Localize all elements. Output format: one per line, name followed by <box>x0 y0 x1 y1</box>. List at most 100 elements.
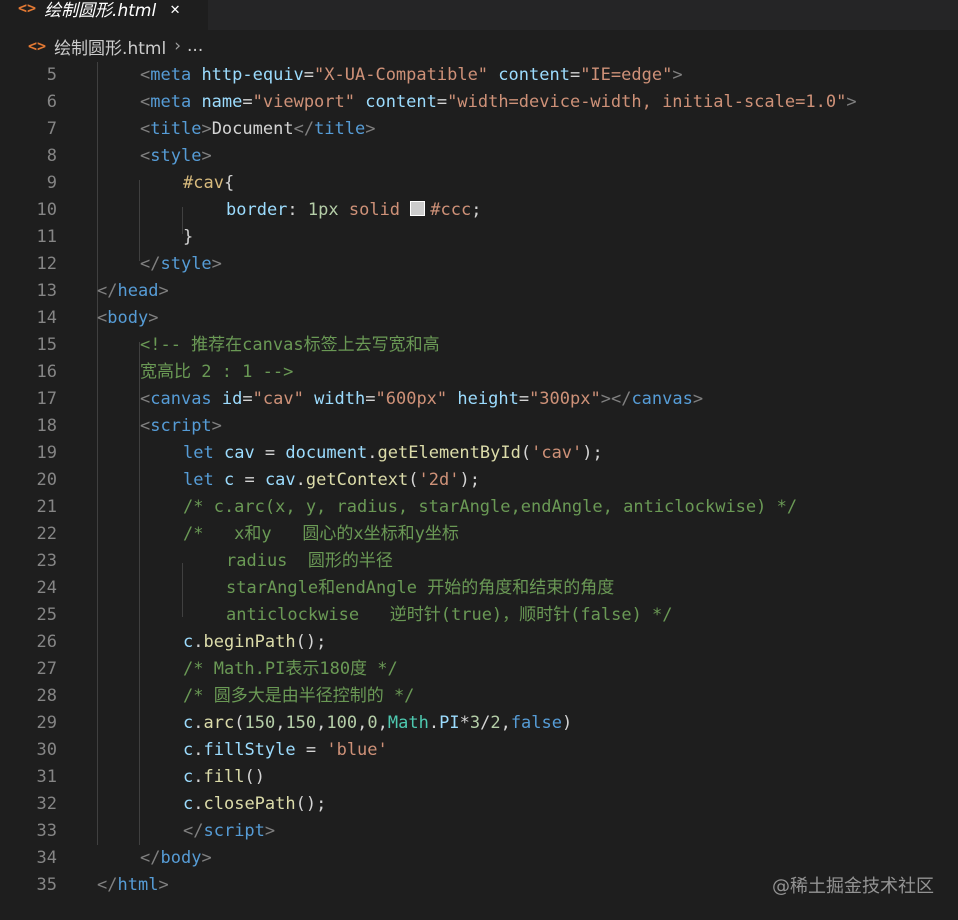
code-token: c <box>223 470 235 490</box>
close-icon[interactable]: ✕ <box>170 0 180 18</box>
code-line[interactable]: 28 /* 圆多大是由半径控制的 */ <box>0 683 958 710</box>
code-token: > <box>692 389 704 409</box>
code-line[interactable]: 22 /* x和y 圆心的x坐标和y坐标 <box>0 521 958 548</box>
code-line[interactable]: 16 宽高比 2 : 1 --> <box>0 359 958 386</box>
code-text: <meta http-equiv="X-UA-Compatible" conte… <box>140 62 683 89</box>
code-text: c.fillStyle = 'blue' <box>183 737 388 764</box>
code-token: "cav" <box>252 389 304 409</box>
code-token: content <box>488 65 570 85</box>
code-line[interactable]: 13 </head> <box>0 278 958 305</box>
code-token: . <box>193 794 204 814</box>
code-token: meta <box>150 65 192 85</box>
code-line[interactable]: 11} <box>0 224 958 251</box>
code-token: radius 圆形的半径 <box>226 551 393 571</box>
line-number: 8 <box>46 146 57 166</box>
code-line[interactable]: 5 <meta http-equiv="X-UA-Compatible" cont… <box>0 62 958 89</box>
code-token: solid <box>338 200 411 220</box>
code-line[interactable]: 21 /* c.arc(x, y, radius, starAngle,endAn… <box>0 494 958 521</box>
breadcrumb: <> 绘制圆形.html › ... <box>0 30 958 62</box>
line-number: 19 <box>36 443 57 463</box>
line-number: 24 <box>36 578 57 598</box>
line-number: 20 <box>36 470 57 490</box>
code-token: > <box>201 146 212 166</box>
code-line[interactable]: 26 c.beginPath(); <box>0 629 958 656</box>
line-number: 22 <box>36 524 57 544</box>
code-token: () <box>244 767 265 787</box>
code-token: . <box>193 632 204 652</box>
line-number: 10 <box>36 200 57 220</box>
code-text: 宽高比 2 : 1 --> <box>140 359 293 386</box>
code-token: ) <box>562 713 573 733</box>
code-token: (); <box>295 794 327 814</box>
code-token: meta <box>150 92 192 112</box>
code-line[interactable]: 31 c.fill() <box>0 764 958 791</box>
tab-bar: <> 绘制圆形.html ✕ <box>0 0 958 30</box>
code-text: </style> <box>140 251 222 278</box>
line-number: 18 <box>36 416 57 436</box>
code-text: /* x和y 圆心的x坐标和y坐标 <box>183 521 459 548</box>
line-number: 35 <box>36 875 57 895</box>
code-token: 150 <box>244 713 276 733</box>
code-token: . <box>193 767 204 787</box>
code-token: > <box>211 254 222 274</box>
code-line[interactable]: 9 #cav{ <box>0 170 958 197</box>
code-token: > <box>211 416 222 436</box>
code-editor[interactable]: 4<meta charset="UTF-8">5<meta http-equiv… <box>0 48 958 920</box>
code-token: ></ <box>600 389 632 409</box>
code-token: < <box>140 119 151 139</box>
code-line[interactable]: 33 </script> <box>0 818 958 845</box>
line-number: 9 <box>46 173 57 193</box>
code-line[interactable]: 27 /* Math.PI表示180度 */ <box>0 656 958 683</box>
code-text: c.closePath(); <box>183 791 326 818</box>
code-text: border: 1px solid #ccc; <box>226 197 481 224</box>
code-line[interactable]: 8 <style> <box>0 143 958 170</box>
code-line[interactable]: 29 c.arc(150,150,100,0,Math.PI*3/2,false) <box>0 710 958 737</box>
code-line[interactable]: 14 <body> <box>0 305 958 332</box>
code-token: /* Math.PI表示180度 */ <box>183 659 398 679</box>
code-token: c <box>183 713 194 733</box>
code-line[interactable]: 30 c.fillStyle = 'blue' <box>0 737 958 764</box>
code-line[interactable]: 7 <title>Document</title> <box>0 116 958 143</box>
code-line[interactable]: 25 anticlockwise 逆时针(true)，顺时针(false) */ <box>0 602 958 629</box>
code-line[interactable]: 17 <canvas id="cav" width="600px" height=… <box>0 386 958 413</box>
breadcrumb-more[interactable]: ... <box>187 36 203 56</box>
code-text: } <box>183 224 193 251</box>
code-token: . <box>428 713 440 733</box>
line-number: 33 <box>36 821 57 841</box>
line-number: 6 <box>46 92 57 112</box>
code-line[interactable]: 10 border: 1px solid #ccc; <box>0 197 958 224</box>
code-token: name <box>191 92 243 112</box>
line-number: 13 <box>36 281 57 301</box>
code-line[interactable]: 23 radius 圆形的半径 <box>0 548 958 575</box>
code-line[interactable]: 18 <script> <box>0 413 958 440</box>
code-token: </ <box>140 848 161 868</box>
code-token: false <box>510 713 562 733</box>
code-line[interactable]: 19 let cav = document.getElementById('cav… <box>0 440 958 467</box>
code-token: </ <box>183 821 204 841</box>
line-number: 16 <box>36 362 57 382</box>
code-text: <body> <box>97 305 158 332</box>
code-token: canvas <box>150 389 212 409</box>
code-text: starAngle和endAngle 开始的角度和结束的角度 <box>226 575 614 602</box>
code-line[interactable]: 6 <meta name="viewport" content="width=de… <box>0 89 958 116</box>
code-token: '2d' <box>418 470 460 490</box>
editor-tab[interactable]: <> 绘制圆形.html ✕ <box>0 0 208 30</box>
code-line[interactable]: 20 let c = cav.getContext('2d'); <box>0 467 958 494</box>
code-token: </ <box>293 119 315 139</box>
breadcrumb-file[interactable]: 绘制圆形.html <box>54 34 166 59</box>
code-token: getElementById <box>377 443 521 463</box>
code-token: > <box>264 821 276 841</box>
code-token: , <box>500 713 511 733</box>
tab-title: 绘制圆形.html <box>44 0 157 21</box>
code-line[interactable]: 24 starAngle和endAngle 开始的角度和结束的角度 <box>0 575 958 602</box>
code-token: ( <box>520 443 532 463</box>
code-line[interactable]: 32 c.closePath(); <box>0 791 958 818</box>
code-line[interactable]: 15 <!-- 推荐在canvas标签上去写宽和高 <box>0 332 958 359</box>
code-line[interactable]: 34 </body> <box>0 845 958 872</box>
code-token: starAngle和endAngle 开始的角度和结束的角度 <box>226 578 615 598</box>
code-line[interactable]: 12 </style> <box>0 251 958 278</box>
code-token: < <box>140 65 151 85</box>
code-token: . <box>367 443 378 463</box>
code-token: "IE=edge" <box>580 65 673 85</box>
